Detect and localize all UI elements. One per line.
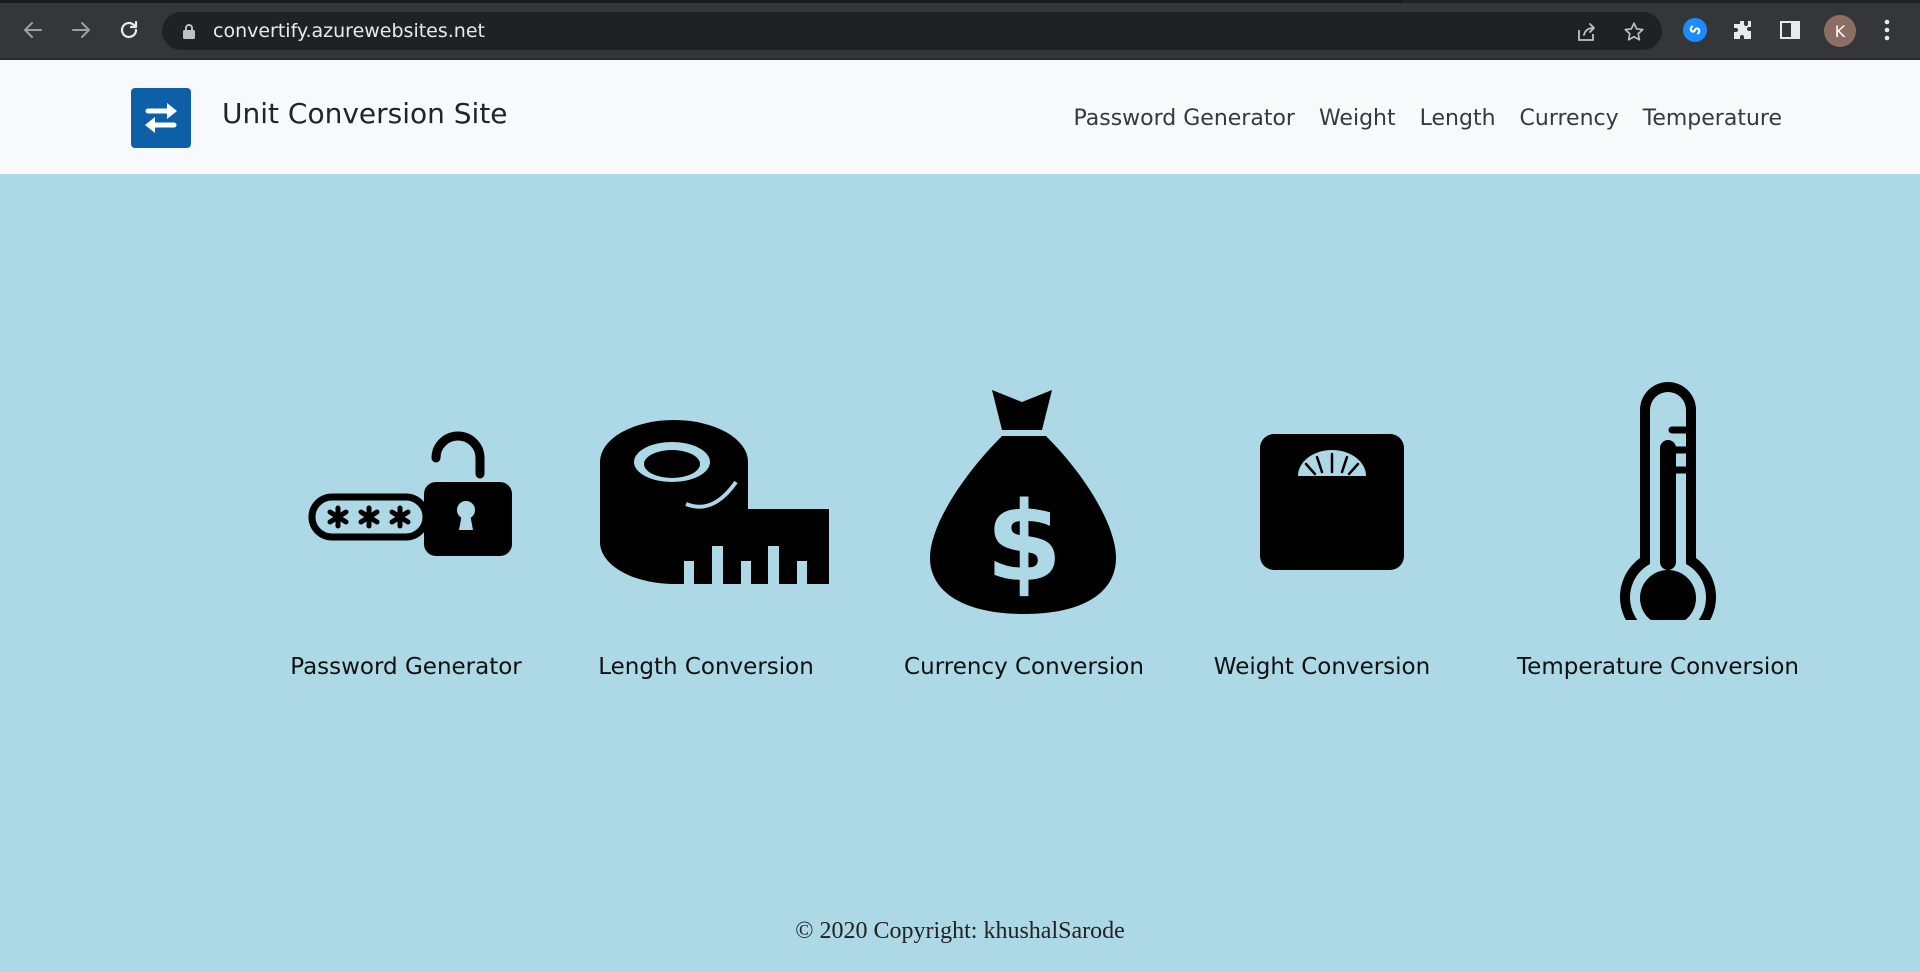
nav-link-password-generator[interactable]: Password Generator [1073,104,1294,134]
nav-links: Password Generator Weight Length Currenc… [1073,104,1782,134]
side-panel-icon[interactable] [1775,15,1805,45]
footer-copyright: © 2020 Copyright: khushalSarode [795,918,1125,944]
tile-length-conversion[interactable]: Length Conversion [598,420,830,690]
brand-name[interactable]: Unit Conversion Site [222,96,508,132]
extensions-icon[interactable] [1728,15,1758,45]
nav-link-length[interactable]: Length [1420,104,1496,134]
star-icon[interactable] [1623,21,1645,43]
lock-icon[interactable] [182,23,196,44]
url-text[interactable]: convertify.azurewebsites.net [213,20,485,42]
nav-link-weight[interactable]: Weight [1319,104,1396,134]
brand-logo[interactable] [131,88,191,148]
shazam-icon[interactable] [1680,15,1710,45]
profile-initial: K [1834,21,1846,41]
site-navbar: Unit Conversion Site Password Generator … [0,60,1920,174]
tile-weight-conversion[interactable]: Weight Conversion [1214,420,1430,690]
nav-link-temperature[interactable]: Temperature [1643,104,1782,134]
tile-label-weight-conversion[interactable]: Weight Conversion [1214,654,1430,680]
reload-icon[interactable] [114,15,144,45]
tile-label-temperature-conversion[interactable]: Temperature Conversion [1517,654,1799,680]
tile-label-password-generator[interactable]: Password Generator [290,654,522,680]
profile-avatar[interactable]: K [1824,15,1856,47]
tile-currency-conversion[interactable]: $ Currency Conversion [904,380,1144,690]
menu-icon[interactable] [1872,15,1902,45]
back-icon[interactable] [18,15,48,45]
tile-label-currency-conversion[interactable]: Currency Conversion [904,654,1144,680]
tile-label-length-conversion[interactable]: Length Conversion [598,654,814,680]
address-bar[interactable]: convertify.azurewebsites.net [162,12,1662,50]
svg-text:$: $ [986,478,1063,606]
money-bag-icon: $ [930,390,1116,614]
tile-temperature-conversion[interactable]: Temperature Conversion [1517,380,1799,690]
password-lock-icon [308,431,512,556]
browser-toolbar: convertify.azurewebsites.net K [0,0,1920,60]
tile-password-generator[interactable]: Password Generator [290,420,522,690]
share-icon[interactable] [1575,21,1597,43]
active-tab[interactable] [0,0,1403,3]
nav-link-currency[interactable]: Currency [1520,104,1619,134]
measuring-tape-icon [600,420,829,585]
tab-strip [0,0,1920,3]
forward-icon[interactable] [66,15,96,45]
swap-arrows-icon [145,103,177,133]
weighing-scale-icon [1260,434,1404,570]
thermometer-icon [1620,382,1716,620]
